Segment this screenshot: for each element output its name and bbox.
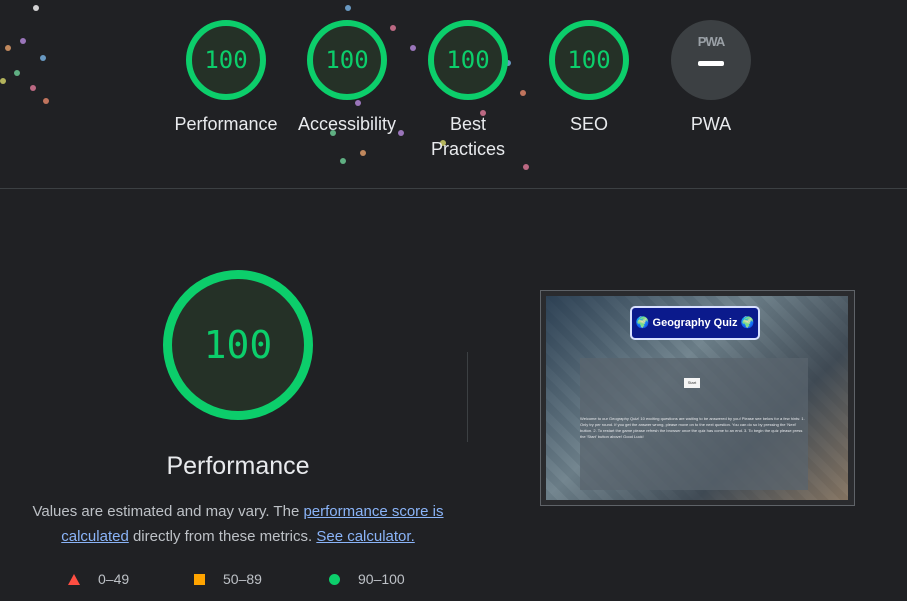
desc-text-1: Values are estimated and may vary. The	[32, 503, 304, 520]
score-ring: 100	[428, 20, 508, 100]
pass-circle-icon	[329, 573, 340, 585]
legend-average: 50–89	[194, 571, 262, 587]
gauge-accessibility[interactable]: 100 Accessibility	[287, 20, 407, 137]
performance-description: Values are estimated and may vary. The p…	[30, 499, 446, 549]
score-ring: 100	[186, 20, 266, 100]
gauge-performance[interactable]: 100 Performance	[166, 20, 286, 137]
score-value: 100	[325, 46, 369, 74]
gauge-label-line1: Best	[449, 114, 487, 134]
legend-pass: 90–100	[329, 571, 405, 587]
legend-fail: 0–49	[68, 571, 129, 587]
fail-triangle-icon	[68, 573, 80, 585]
quiz-panel: Start Welcome to our Geography Quiz! 10 …	[580, 358, 808, 490]
legend-range: 0–49	[98, 571, 130, 587]
quiz-intro-text: Welcome to our Geography Quiz! 10 exciti…	[580, 416, 805, 439]
quiz-start-button: Start	[684, 378, 700, 388]
gauge-label: Accessibility	[297, 114, 397, 134]
desc-text-2: directly from these metrics.	[128, 528, 317, 545]
header-divider	[0, 188, 907, 189]
pwa-icon: PWA	[671, 20, 751, 100]
gauge-seo[interactable]: 100 SEO	[529, 20, 649, 137]
section-divider	[467, 352, 468, 442]
scores-header: 100 Performance 100 Accessibility 100 Be…	[0, 0, 907, 188]
score-ring: 100	[307, 20, 387, 100]
score-ring: 100	[549, 20, 629, 100]
legend-range: 90–100	[358, 571, 405, 587]
gauge-label: PWA	[690, 114, 732, 134]
score-value: 100	[567, 46, 611, 74]
score-value: 100	[446, 46, 490, 74]
gauge-label: SEO	[569, 114, 608, 134]
gauge-label: Performance	[174, 114, 278, 134]
score-value: 100	[204, 46, 248, 74]
average-square-icon	[194, 573, 205, 585]
gauge-label: Best Practices	[408, 112, 528, 162]
quiz-title: 🌍 Geography Quiz 🌍	[630, 306, 760, 340]
pwa-dash-icon	[698, 61, 724, 66]
gauge-pwa[interactable]: PWA PWA	[651, 20, 771, 137]
performance-score-value: 100	[203, 323, 273, 367]
performance-score-ring: 100	[163, 270, 313, 420]
see-calculator-link[interactable]: See calculator.	[316, 528, 414, 545]
performance-title: Performance	[166, 452, 310, 480]
legend-range: 50–89	[223, 571, 262, 587]
pwa-badge: PWA	[697, 34, 726, 49]
screenshot-thumbnail: 🌍 Geography Quiz 🌍 Start Welcome to our …	[546, 296, 848, 500]
final-screenshot[interactable]: 🌍 Geography Quiz 🌍 Start Welcome to our …	[540, 290, 855, 506]
gauge-label-line2: Practices	[430, 139, 506, 159]
gauge-best-practices[interactable]: 100 Best Practices	[408, 20, 528, 162]
